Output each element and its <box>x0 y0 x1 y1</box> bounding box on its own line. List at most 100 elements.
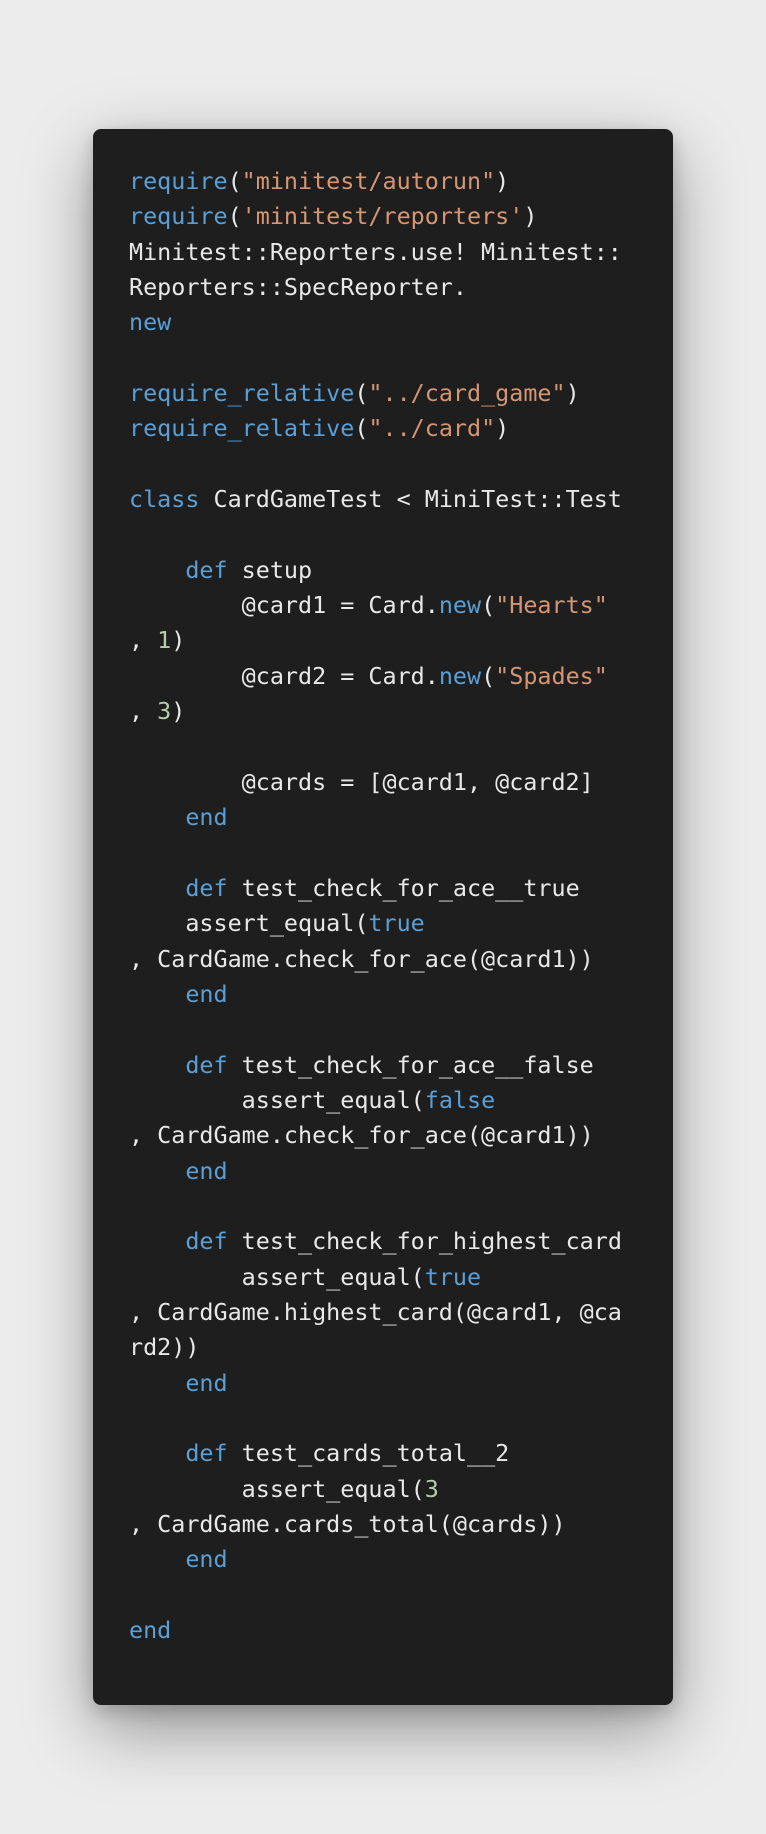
text-token: ) <box>495 414 510 443</box>
code-line: require('minitest/reporters') <box>129 199 673 234</box>
keyword-token: require <box>129 167 228 195</box>
code-line: end <box>129 1613 673 1648</box>
keyword-token: end <box>185 1368 228 1397</box>
string-token: 'minitest/reporters' <box>241 202 524 231</box>
text-token: test_check_for_ace__true <box>227 873 580 902</box>
text-token: ( <box>354 414 369 443</box>
keyword-token: false <box>424 1085 496 1114</box>
code-line: @card2 = Card.new("Spades" <box>129 659 673 694</box>
code-line: , CardGame.check_for_ace(@card1)) <box>129 942 673 977</box>
code-snippet-window: require("minitest/autorun") require('mini… <box>93 129 673 1705</box>
code-line: assert_equal(3 <box>129 1472 673 1507</box>
text-token: CardGameTest < MiniTest::Test <box>199 485 622 514</box>
code-line: @cards = [@card1, @card2] <box>129 765 673 800</box>
text-token: ) <box>171 697 186 726</box>
keyword-token: end <box>129 1616 172 1645</box>
text-token: , <box>129 697 158 726</box>
text-token: , CardGame.check_for_ace(@card1)) <box>129 944 594 973</box>
code-block: require("minitest/autorun") require('mini… <box>129 164 673 1648</box>
text-token: ) <box>495 167 510 195</box>
code-line: require("minitest/autorun") <box>129 164 673 199</box>
keyword-token: end <box>185 1545 228 1574</box>
keyword-token: new <box>438 591 482 620</box>
text-token: @cards = [@card1, @card2] <box>129 767 594 796</box>
keyword-token: def <box>185 555 228 584</box>
code-line: assert_equal(false <box>129 1083 673 1118</box>
text-token: , CardGame.cards_total(@cards)) <box>129 1510 566 1539</box>
string-token: "minitest/autorun" <box>241 167 496 195</box>
code-line: , CardGame.check_for_ace(@card1)) <box>129 1118 673 1153</box>
code-line: def test_cards_total__2 <box>129 1436 673 1471</box>
code-line: def test_check_for_highest_card <box>129 1224 673 1259</box>
keyword-token: def <box>185 1050 228 1079</box>
code-line: Minitest::Reporters.use! Minitest:: <box>129 235 673 270</box>
code-line: end <box>129 977 673 1012</box>
text-token: assert_equal( <box>129 1262 425 1291</box>
text-token: assert_equal( <box>129 909 369 938</box>
code-line: require_relative("../card_game") <box>129 376 673 411</box>
text-token: ) <box>171 626 186 655</box>
keyword-token: new <box>438 661 482 690</box>
code-line: def setup <box>129 553 673 588</box>
code-line: , 3) <box>129 694 673 729</box>
code-line: , 1) <box>129 623 673 658</box>
text-token: test_cards_total__2 <box>227 1439 510 1468</box>
text-token: ( <box>481 591 496 620</box>
text-token: ) <box>523 202 538 231</box>
text-token: rd2)) <box>129 1333 200 1362</box>
text-token: setup <box>227 555 313 584</box>
text-token: @card2 = Card. <box>129 661 439 690</box>
number-token: 1 <box>157 626 172 655</box>
code-line: , CardGame.cards_total(@cards)) <box>129 1507 673 1542</box>
code-line: assert_equal(true <box>129 906 673 941</box>
text-token: ( <box>227 202 242 231</box>
text-token: test_check_for_ace__false <box>227 1050 594 1079</box>
keyword-token: def <box>185 1439 228 1468</box>
text-token: Minitest::Reporters.use! Minitest:: <box>129 237 622 266</box>
code-line: end <box>129 1542 673 1577</box>
text-token: , CardGame.check_for_ace(@card1)) <box>129 1121 594 1150</box>
number-token: 3 <box>424 1474 439 1503</box>
text-token: assert_equal( <box>129 1085 425 1114</box>
keyword-token: end <box>185 1156 228 1185</box>
string-token: "Spades" <box>495 661 608 690</box>
code-line: , CardGame.highest_card(@card1, @ca <box>129 1295 673 1330</box>
text-token: , <box>129 626 158 655</box>
text-token: Reporters::SpecReporter. <box>129 273 467 302</box>
string-token: "../card_game" <box>368 379 566 408</box>
code-line: Reporters::SpecReporter. <box>129 270 673 305</box>
number-token: 3 <box>157 697 172 726</box>
keyword-token: require_relative <box>129 379 355 408</box>
keyword-token: end <box>185 979 228 1008</box>
code-line: end <box>129 1154 673 1189</box>
code-line: require_relative("../card") <box>129 411 673 446</box>
code-line: class CardGameTest < MiniTest::Test <box>129 482 673 517</box>
string-token: "Hearts" <box>495 591 608 620</box>
keyword-token: require <box>129 202 228 231</box>
keyword-token: require_relative <box>129 414 355 443</box>
keyword-token: true <box>424 1262 482 1291</box>
text-token: ( <box>481 661 496 690</box>
text-token: assert_equal( <box>129 1474 425 1503</box>
keyword-token: end <box>185 803 228 832</box>
keyword-token: true <box>368 909 425 938</box>
code-line: end <box>129 1366 673 1401</box>
keyword-token: new <box>129 308 172 337</box>
text-token: ) <box>565 379 580 408</box>
code-line: def test_check_for_ace__true <box>129 871 673 906</box>
